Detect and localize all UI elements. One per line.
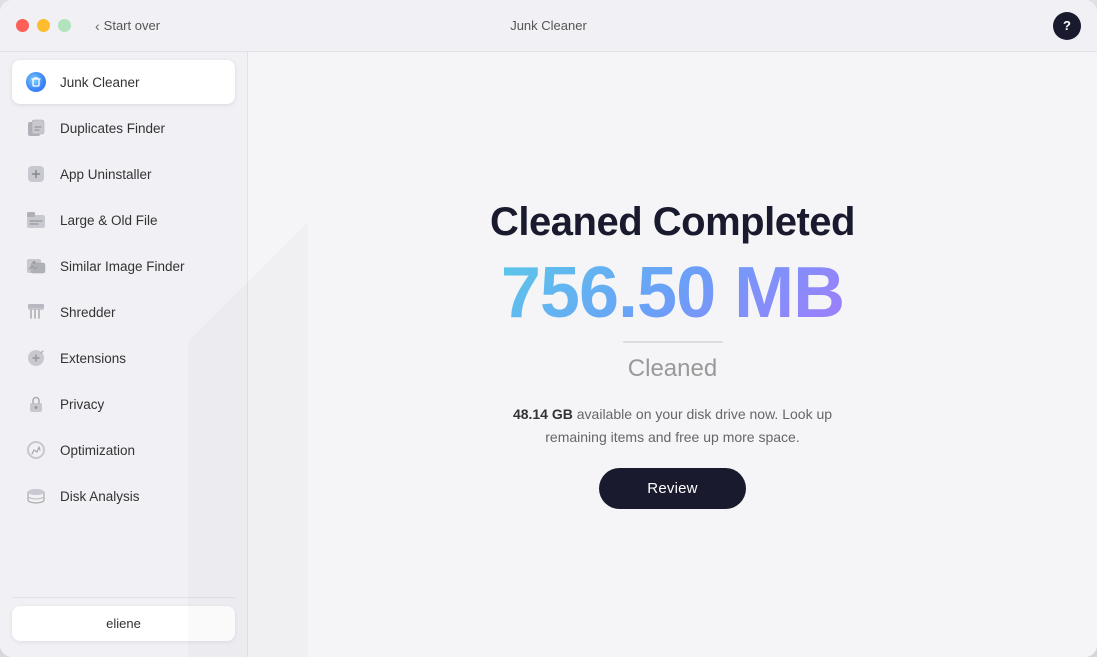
sidebar-item-app-uninstaller[interactable]: App Uninstaller <box>12 152 235 196</box>
fullscreen-button[interactable] <box>58 19 71 32</box>
window-title: Junk Cleaner <box>510 18 587 33</box>
sidebar-item-optimization-label: Optimization <box>60 443 135 458</box>
help-button[interactable]: ? <box>1053 12 1081 40</box>
sidebar-item-large-old-file-label: Large & Old File <box>60 213 158 228</box>
cleaned-amount: 756.50 MB <box>501 257 844 329</box>
review-button[interactable]: Review <box>599 468 745 509</box>
sidebar: Junk Cleaner Duplicates Finder <box>0 52 248 657</box>
app-window: ‹ Start over Junk Cleaner ? <box>0 0 1097 657</box>
main-content: Junk Cleaner Duplicates Finder <box>0 52 1097 657</box>
start-over-button[interactable]: ‹ Start over <box>95 18 160 34</box>
sidebar-item-app-uninstaller-label: App Uninstaller <box>60 167 152 182</box>
sidebar-item-similar-image-finder[interactable]: Similar Image Finder <box>12 244 235 288</box>
sidebar-item-extensions[interactable]: Extensions <box>12 336 235 380</box>
app-uninstaller-icon <box>24 162 48 186</box>
privacy-icon <box>24 392 48 416</box>
sidebar-item-disk-analysis[interactable]: Disk Analysis <box>12 474 235 518</box>
shredder-icon <box>24 300 48 324</box>
disk-info: 48.14 GB available on your disk drive no… <box>513 403 833 448</box>
sidebar-item-disk-analysis-label: Disk Analysis <box>60 489 140 504</box>
large-old-file-icon <box>24 208 48 232</box>
duplicates-finder-icon <box>24 116 48 140</box>
sidebar-item-duplicates-finder[interactable]: Duplicates Finder <box>12 106 235 150</box>
sidebar-item-shredder[interactable]: Shredder <box>12 290 235 334</box>
disk-available: 48.14 GB <box>513 406 573 422</box>
sidebar-item-shredder-label: Shredder <box>60 305 116 320</box>
disk-analysis-icon <box>24 484 48 508</box>
minimize-button[interactable] <box>37 19 50 32</box>
title-bar: ‹ Start over Junk Cleaner ? <box>0 0 1097 52</box>
optimization-icon <box>24 438 48 462</box>
disk-info-text: available on your disk drive now. Look u… <box>545 406 832 444</box>
result-container: Cleaned Completed 756.50 MB Cleaned 48.1… <box>490 200 855 509</box>
sidebar-item-extensions-label: Extensions <box>60 351 126 366</box>
username-label: eliene <box>106 616 141 631</box>
cleaned-label: Cleaned <box>628 355 717 383</box>
similar-image-finder-icon <box>24 254 48 278</box>
sidebar-nav: Junk Cleaner Duplicates Finder <box>12 60 235 597</box>
user-item[interactable]: eliene <box>12 606 235 641</box>
sidebar-item-duplicates-finder-label: Duplicates Finder <box>60 121 165 136</box>
divider-line <box>623 341 723 343</box>
sidebar-item-large-old-file[interactable]: Large & Old File <box>12 198 235 242</box>
content-area: Cleaned Completed 756.50 MB Cleaned 48.1… <box>248 52 1097 657</box>
start-over-label: Start over <box>104 18 160 33</box>
sidebar-item-junk-cleaner-label: Junk Cleaner <box>60 75 140 90</box>
sidebar-item-privacy-label: Privacy <box>60 397 104 412</box>
traffic-lights <box>16 19 71 32</box>
sidebar-item-similar-image-finder-label: Similar Image Finder <box>60 259 185 274</box>
junk-cleaner-icon <box>24 70 48 94</box>
sidebar-item-privacy[interactable]: Privacy <box>12 382 235 426</box>
extensions-icon <box>24 346 48 370</box>
chevron-left-icon: ‹ <box>95 18 100 34</box>
close-button[interactable] <box>16 19 29 32</box>
cleaned-title: Cleaned Completed <box>490 200 855 245</box>
sidebar-item-junk-cleaner[interactable]: Junk Cleaner <box>12 60 235 104</box>
sidebar-item-optimization[interactable]: Optimization <box>12 428 235 472</box>
sidebar-footer: eliene <box>12 597 235 649</box>
